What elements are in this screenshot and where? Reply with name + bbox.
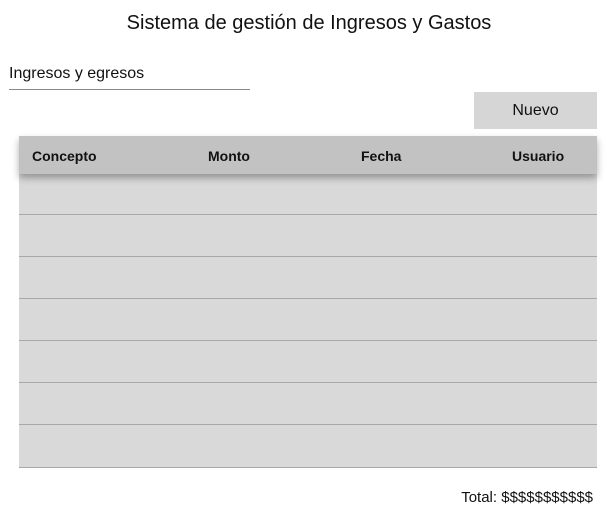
table-row[interactable] xyxy=(19,426,597,467)
total-label: Total: xyxy=(461,489,498,506)
new-button[interactable]: Nuevo xyxy=(474,92,597,129)
table-row[interactable] xyxy=(19,258,597,299)
column-header-usuario[interactable]: Usuario xyxy=(512,148,564,164)
records-table: Concepto Monto Fecha Usuario xyxy=(19,136,597,468)
section-tab-label: Ingresos y egresos xyxy=(9,65,145,82)
table-row[interactable] xyxy=(19,384,597,425)
table-header: Concepto Monto Fecha Usuario xyxy=(19,136,597,174)
column-header-fecha[interactable]: Fecha xyxy=(361,148,401,164)
total-value: $$$$$$$$$$$ xyxy=(501,489,593,506)
total-summary: Total: $$$$$$$$$$$ xyxy=(461,489,593,506)
section-tab-ingresos-egresos[interactable]: Ingresos y egresos xyxy=(9,57,250,90)
table-row[interactable] xyxy=(19,300,597,341)
page-title: Sistema de gestión de Ingresos y Gastos xyxy=(126,12,492,34)
table-row[interactable] xyxy=(19,174,597,215)
column-header-monto[interactable]: Monto xyxy=(208,148,250,164)
table-row[interactable] xyxy=(19,342,597,383)
column-header-concepto[interactable]: Concepto xyxy=(32,148,97,164)
table-row[interactable] xyxy=(19,216,597,257)
